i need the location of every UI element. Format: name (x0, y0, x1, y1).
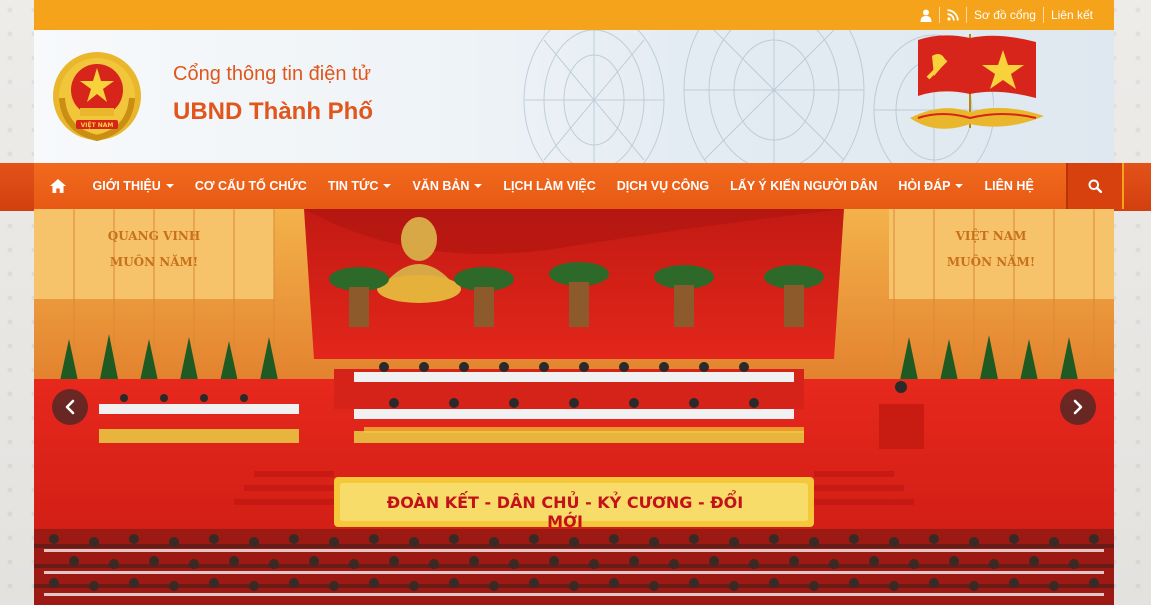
slider-next-button[interactable] (1060, 389, 1096, 425)
chevron-right-icon (1073, 399, 1083, 415)
rss-icon[interactable] (940, 7, 966, 23)
site-header: VIỆT NAM Cổng thông tin điện tử UBND Thà… (34, 30, 1114, 163)
wall-slogan-left-line2: MUÔN NĂM! (109, 255, 199, 269)
nav-item-label: HỎI ĐÁP (898, 179, 951, 193)
search-icon (1088, 179, 1102, 193)
nav-item-label: LẤY Ý KIẾN NGƯỜI DÂN (730, 179, 878, 193)
nav-item-label: CƠ CẤU TỔ CHỨC (194, 179, 307, 193)
chevron-left-icon (65, 399, 75, 415)
nav-item-co-cau-to-chuc[interactable]: CƠ CẤU TỔ CHỨC (184, 163, 317, 209)
main-nav: GIỚI THIỆU CƠ CẤU TỔ CHỨC TIN TỨC VĂN BẢ… (34, 163, 1124, 209)
links-link[interactable]: Liên kết (1044, 7, 1100, 23)
nav-item-van-ban[interactable]: VĂN BẢN (402, 163, 493, 209)
hero-slider: QUANG VINH MUÔN NĂM! VIỆT NAM MUÔN NĂM! (34, 209, 1114, 605)
nav-item-label: LỊCH LÀM VIỆC (503, 179, 596, 193)
wall-slogan-left-line1: QUANG VINH (107, 229, 201, 243)
nav-item-tin-tuc[interactable]: TIN TỨC (317, 163, 402, 209)
nav-item-hoi-dap[interactable]: HỎI ĐÁP (888, 163, 974, 209)
wall-slogan-right: VIỆT NAM MUÔN NĂM! (916, 223, 1066, 275)
nav-search-button[interactable] (1066, 163, 1122, 209)
sitemap-link[interactable]: Sơ đồ cổng (967, 7, 1043, 23)
party-and-national-flags (910, 34, 1044, 129)
slider-prev-button[interactable] (52, 389, 88, 425)
emblem-text: VIỆT NAM (81, 121, 114, 129)
caret-down-icon (383, 184, 392, 188)
nav-item-label: VĂN BẢN (412, 179, 470, 193)
nav-item-dich-vu-cong[interactable]: DỊCH VỤ CÔNG (606, 163, 719, 209)
nav-item-label: TIN TỨC (327, 179, 379, 193)
nav-item-gioi-thieu[interactable]: GIỚI THIỆU (82, 163, 184, 209)
home-icon (50, 179, 66, 193)
nav-item-label: DỊCH VỤ CÔNG (616, 179, 710, 193)
nav-item-lien-he[interactable]: LIÊN HỆ (974, 163, 1044, 209)
caret-down-icon (165, 184, 174, 188)
user-icon[interactable] (913, 7, 939, 23)
nav-item-label: LIÊN HỆ (984, 179, 1034, 193)
wall-slogan-right-line2: MUÔN NĂM! (946, 255, 1036, 269)
national-emblem-logo: VIỆT NAM (53, 52, 141, 142)
slider-banner-slogan: ĐOÀN KẾT - DÂN CHỦ - KỶ CƯƠNG - ĐỔI MỚI (386, 493, 744, 531)
site-subtitle: Cổng thông tin điện tử (173, 63, 371, 85)
nav-home[interactable] (34, 163, 82, 209)
site-title[interactable]: UBND Thành Phố (173, 98, 373, 126)
nav-item-label: GIỚI THIỆU (92, 179, 161, 193)
nav-item-lay-y-kien[interactable]: LẤY Ý KIẾN NGƯỜI DÂN (720, 163, 888, 209)
nav-item-lich-lam-viec[interactable]: LỊCH LÀM VIỆC (493, 163, 606, 209)
caret-down-icon (474, 184, 483, 188)
wall-slogan-left: QUANG VINH MUÔN NĂM! (79, 223, 229, 275)
top-bar: Sơ đồ cổng Liên kết (34, 0, 1114, 30)
caret-down-icon (955, 184, 964, 188)
wall-slogan-right-line1: VIỆT NAM (955, 229, 1027, 243)
